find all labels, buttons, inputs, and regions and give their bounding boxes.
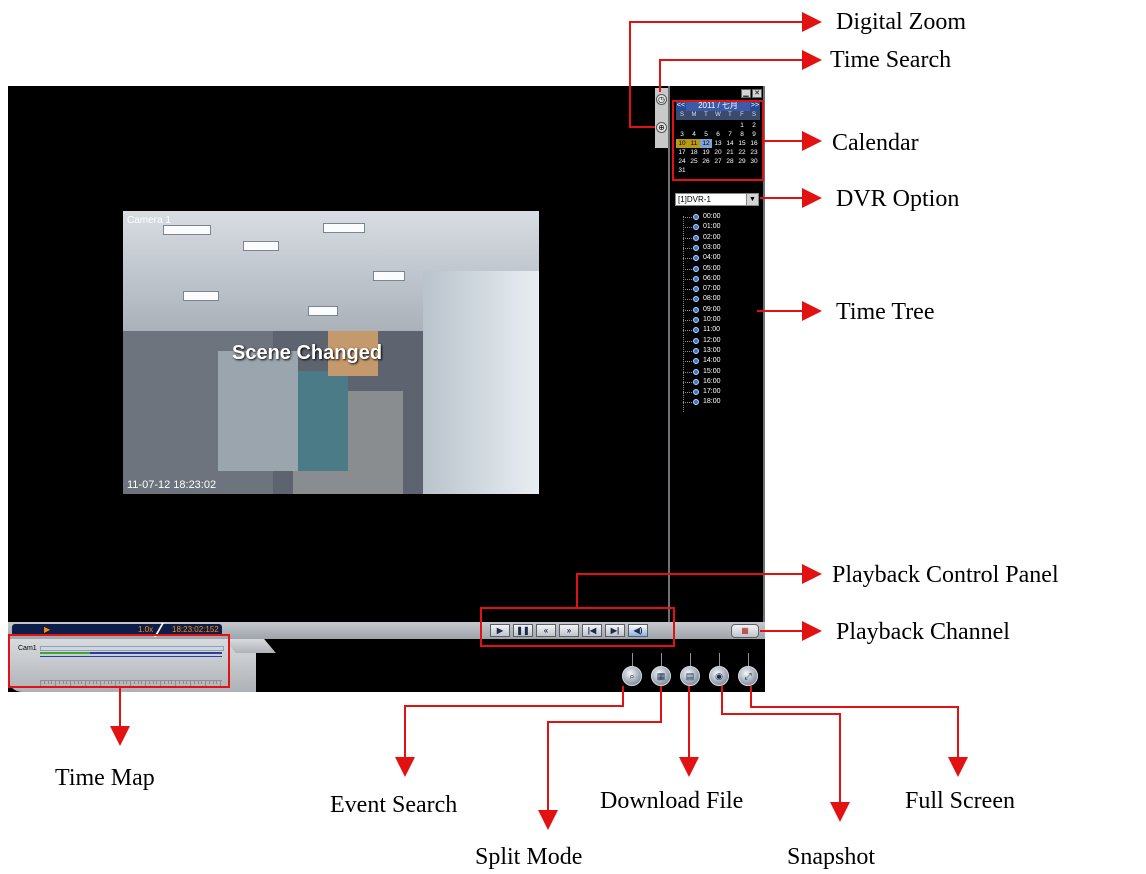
label-calendar: Calendar [832,130,919,156]
label-digital-zoom: Digital Zoom [836,9,966,35]
label-playback-control-panel: Playback Control Panel [832,562,1059,588]
label-time-map: Time Map [55,765,155,791]
label-full-screen: Full Screen [905,788,1015,814]
label-time-search: Time Search [830,47,952,73]
label-download-file: Download File [600,788,744,814]
label-event-search: Event Search [330,792,458,818]
label-playback-channel: Playback Channel [836,619,1010,645]
annotation-arrows [110,12,968,830]
label-dvr-option: DVR Option [836,186,960,212]
label-split-mode: Split Mode [475,844,583,870]
label-snapshot: Snapshot [787,844,876,870]
label-time-tree: Time Tree [836,299,935,325]
